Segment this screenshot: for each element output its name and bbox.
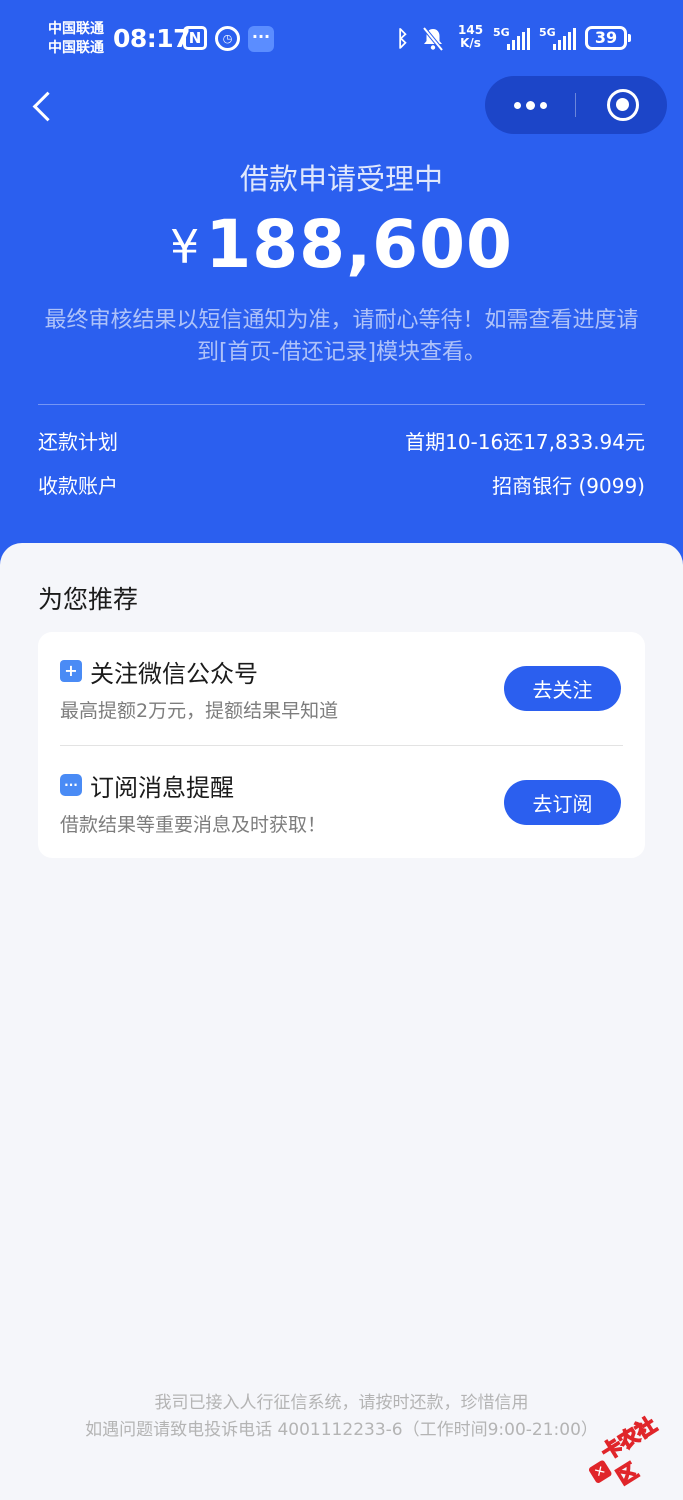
loan-amount: ¥188,600 [0, 206, 683, 283]
item-name: 订阅消息提醒 [90, 774, 234, 802]
receiving-account-row: 收款账户 招商银行 (9099) [38, 470, 645, 500]
recommend-card: + 关注微信公众号 最高提额2万元，提额结果早知道 去关注 ··· 订阅消息提醒… [38, 632, 645, 858]
footer-line-2: 如遇问题请致电投诉电话 4001112233-6（工作时间9:00-21:00） [85, 1420, 598, 1440]
item-desc: 最高提额2万元，提额结果早知道 [60, 700, 339, 722]
list-item-subscribe-messages: ··· 订阅消息提醒 借款结果等重要消息及时获取！ 去订阅 [38, 746, 645, 858]
carrier-1: 中国联通 [48, 21, 104, 37]
divider [38, 404, 645, 405]
network-speed: 145 K/s [458, 24, 483, 50]
status-time: 08:17 [113, 24, 191, 53]
repayment-plan-row[interactable]: 还款计划 首期10-16还17,833.94元 [38, 426, 645, 456]
alarm-icon: ◷ [215, 26, 240, 51]
item-desc: 借款结果等重要消息及时获取！ [60, 814, 327, 836]
amount-value: 188,600 [205, 206, 513, 283]
receiving-account-value: 招商银行 (9099) [492, 474, 645, 498]
carrier-2: 中国联通 [48, 40, 104, 56]
currency-symbol: ¥ [170, 220, 200, 274]
receiving-account-label: 收款账户 [38, 474, 118, 498]
signal-sim1-icon: 5G [493, 26, 533, 52]
network-speed-unit: K/s [460, 36, 481, 50]
mute-bell-icon [421, 26, 445, 52]
item-name: 关注微信公众号 [90, 660, 258, 688]
nfc-icon: N [183, 26, 207, 50]
recommend-title: 为您推荐 [38, 585, 139, 614]
subscribe-button[interactable]: 去订阅 [504, 780, 621, 825]
more-button[interactable] [485, 76, 575, 134]
footer-line-1: 我司已接入人行征信系统，请按时还款，珍惜信用 [154, 1393, 529, 1413]
repayment-plan-value: 首期10-16还17,833.94元 [405, 430, 645, 454]
miniprogram-capsule [485, 76, 667, 134]
carrier-names: 中国联通 中国联通 [48, 20, 104, 58]
capsule-divider [575, 93, 576, 117]
bluetooth-icon: ᛒ [396, 26, 410, 52]
message-app-icon [248, 26, 274, 52]
back-button[interactable] [27, 86, 61, 126]
repayment-plan-label: 还款计划 [38, 430, 118, 454]
status-title: 借款申请受理中 [239, 162, 443, 196]
footer-disclaimer: 我司已接入人行征信系统，请按时还款，珍惜信用 如遇问题请致电投诉电话 40011… [0, 1390, 683, 1444]
review-notice: 最终审核结果以短信通知为准，请耐心等待！如需查看进度请到[首页-借还记录]模块查… [44, 308, 639, 365]
signal-sim2-icon: 5G [539, 26, 579, 52]
follow-button[interactable]: 去关注 [504, 666, 621, 711]
battery-icon: 39 [585, 26, 631, 50]
status-bar: 中国联通 中国联通 08:17 N ◷ ᛒ 145 K/s 5G 5G 39 [0, 0, 683, 76]
plus-square-icon: + [60, 660, 82, 682]
list-item-follow-official-account: + 关注微信公众号 最高提额2万元，提额结果早知道 去关注 [38, 632, 645, 744]
close-miniprogram-button[interactable] [607, 89, 639, 121]
chat-bubble-icon: ··· [60, 774, 82, 796]
